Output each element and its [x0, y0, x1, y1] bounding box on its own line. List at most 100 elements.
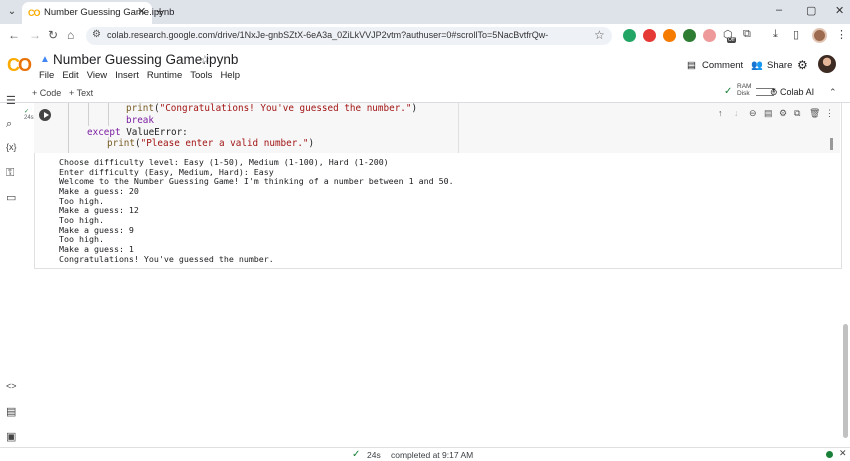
status-completed[interactable]: completed at 9:17 AM: [391, 450, 473, 460]
extension-5-icon[interactable]: [703, 29, 716, 42]
status-check-icon: ✓: [352, 449, 361, 460]
tab-close-icon[interactable]: ✕: [137, 5, 146, 18]
variables-icon[interactable]: {x}: [6, 142, 17, 152]
menu-help[interactable]: Help: [220, 70, 240, 81]
table-of-contents-icon[interactable]: ☰: [6, 94, 16, 107]
menu-tools[interactable]: Tools: [190, 70, 212, 81]
exec-status-check-icon: ✓: [24, 109, 30, 115]
notebook-scrollbar[interactable]: [843, 324, 848, 438]
back-arrow-icon[interactable]: ←: [8, 28, 20, 42]
colab-logo[interactable]: CO: [7, 55, 32, 76]
star-notebook-icon[interactable]: ☆: [200, 53, 210, 66]
minimize-button[interactable]: –: [776, 4, 782, 16]
code-token: except: [87, 126, 121, 138]
tab-title: Number Guessing Game.ipynb: [44, 7, 175, 18]
search-icon[interactable]: ⌕: [6, 118, 12, 131]
account-avatar[interactable]: [818, 55, 836, 73]
extension-1-icon[interactable]: [623, 29, 636, 42]
status-bar: ✓ 24s completed at 9:17 AM ✕: [0, 447, 850, 461]
runtime-status-dot: [826, 451, 833, 458]
share-people-icon[interactable]: 👥: [751, 60, 763, 71]
code-token: ValueError:: [120, 126, 188, 138]
code-line: print("Please enter a valid number."): [107, 138, 315, 150]
colab-ai-button[interactable]: ⊜ Colab AI: [770, 87, 814, 98]
connected-check-icon: ✓: [724, 86, 733, 97]
code-token: print: [126, 103, 154, 114]
browser-tab-bar: ⌄ CO Number Guessing Game.ipynb ✕ + – ▢ …: [0, 0, 850, 24]
close-window-button[interactable]: ✕: [835, 4, 844, 17]
maximize-button[interactable]: ▢: [806, 4, 816, 17]
site-info-icon[interactable]: ⚙: [92, 29, 101, 40]
colab-ai-icon: ⊜: [770, 87, 781, 97]
terminal-icon[interactable]: ▣: [6, 430, 16, 443]
mirror-cell-icon[interactable]: ⧉: [794, 108, 800, 119]
home-icon[interactable]: ⌂: [67, 28, 74, 42]
browser-tab[interactable]: CO Number Guessing Game.ipynb ✕: [22, 2, 174, 24]
files-folder-icon[interactable]: ▭: [6, 191, 16, 204]
bookmark-star-icon[interactable]: ☆: [594, 28, 605, 42]
url-text[interactable]: colab.research.google.com/drive/1NxJe-gn…: [107, 30, 548, 40]
extension-3-icon[interactable]: [663, 29, 676, 42]
forward-arrow-icon[interactable]: →: [29, 28, 41, 42]
browser-menu-more-vert-icon[interactable]: ⋮: [836, 28, 847, 41]
extensions-puzzle-icon[interactable]: ⧉: [743, 28, 751, 41]
settings-gear-icon[interactable]: ⚙: [797, 58, 808, 72]
code-token: print: [107, 138, 135, 150]
exec-time: 24s: [24, 115, 34, 121]
code-line: break: [65, 115, 417, 127]
menu-view[interactable]: View: [87, 70, 107, 81]
share-button[interactable]: Share: [767, 60, 792, 71]
new-tab-plus-icon[interactable]: +: [156, 3, 164, 19]
delete-trash-icon[interactable]: 🗑: [809, 108, 820, 119]
add-text-button[interactable]: + Text: [69, 88, 93, 98]
split-view-icon[interactable]: ▯: [793, 28, 799, 41]
code-token: break: [126, 114, 154, 126]
extension-4-icon[interactable]: [683, 29, 696, 42]
cell-output: Choose difficulty level: Easy (1-50), Me…: [59, 157, 454, 264]
off-badge: Off: [727, 37, 736, 43]
link-icon[interactable]: ⊖: [749, 108, 757, 119]
move-down-arrow-icon[interactable]: ↓: [734, 108, 739, 118]
colab-header: CO ▲ Number Guessing Game.ipynb ☆ File E…: [0, 48, 850, 88]
code-line: print("Congratulations! You've guessed t…: [126, 103, 418, 114]
run-cell-button[interactable]: [39, 109, 51, 121]
extension-2-icon[interactable]: [643, 29, 656, 42]
notebook-toolbar: + Code + Text ✓ RAM Disk ▾ ⊜ Colab AI ⌃: [23, 83, 850, 102]
menu-runtime[interactable]: Runtime: [147, 70, 182, 81]
more-vert-icon[interactable]: ⋮: [825, 108, 834, 119]
disk-label: Disk: [737, 90, 750, 97]
code-token: "Congratulations! You've guessed the num…: [159, 103, 412, 114]
profile-avatar[interactable]: [812, 28, 827, 43]
close-status-icon[interactable]: ✕: [839, 448, 847, 459]
comment-icon[interactable]: ▤: [687, 60, 696, 71]
ram-label: RAM: [737, 83, 752, 90]
code-text[interactable]: print("Congratulations! You've guessed t…: [65, 103, 417, 150]
drive-icon[interactable]: ▲: [40, 54, 50, 65]
menu-insert[interactable]: Insert: [115, 70, 139, 81]
menu-file[interactable]: File: [39, 70, 54, 81]
move-up-arrow-icon[interactable]: ↑: [718, 108, 723, 118]
command-palette-icon[interactable]: ▤: [6, 405, 16, 418]
output-line: Make a guess: 12: [59, 205, 139, 216]
comment-button[interactable]: Comment: [702, 60, 743, 71]
settings-gear-icon[interactable]: ⚙: [779, 108, 787, 119]
notebook-title[interactable]: Number Guessing Game.ipynb: [53, 52, 238, 67]
editor-scrollbar[interactable]: [830, 138, 833, 150]
code-token: "Please enter a valid number.": [140, 138, 309, 150]
code-line: except ValueError:: [65, 127, 417, 139]
browser-toolbar: ← → ↻ ⌂ ⚙ colab.research.google.com/driv…: [0, 24, 850, 48]
tab-search-chevron-down-icon[interactable]: ⌄: [3, 3, 21, 21]
colab-favicon: CO: [28, 8, 40, 18]
secrets-key-icon[interactable]: ⚿: [6, 167, 14, 180]
address-bar[interactable]: ⚙ colab.research.google.com/drive/1NxJe-…: [86, 27, 612, 45]
collapse-header-chevron-up-icon[interactable]: ⌃: [829, 87, 837, 98]
add-code-button[interactable]: + Code: [32, 88, 61, 98]
reload-icon[interactable]: ↻: [48, 28, 58, 42]
download-icon[interactable]: ⤓: [773, 28, 778, 41]
output-line: Congratulations! You've guessed the numb…: [59, 253, 274, 264]
comment-cell-icon[interactable]: ▤: [764, 108, 773, 119]
ruler-line: [458, 103, 459, 153]
output-line: Make a guess: 9: [59, 224, 134, 235]
menu-edit[interactable]: Edit: [62, 70, 78, 81]
code-snippets-icon[interactable]: <>: [6, 381, 17, 391]
